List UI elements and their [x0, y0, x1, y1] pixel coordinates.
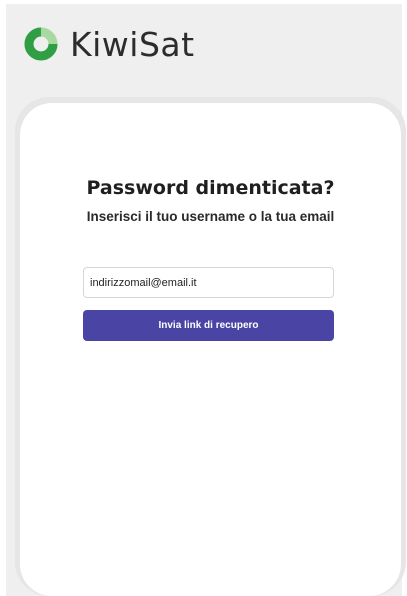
- password-recovery-card: Password dimenticata? Inserisci il tuo u…: [20, 103, 401, 596]
- send-recovery-link-button[interactable]: Invia link di recupero: [83, 310, 334, 341]
- email-field[interactable]: [83, 267, 334, 298]
- brand-header: KiwiSat: [24, 24, 195, 64]
- page-subtitle: Inserisci il tuo username o la tua email: [86, 209, 335, 224]
- page-title: Password dimenticata?: [86, 177, 335, 199]
- kiwisat-logo-icon: [24, 27, 58, 61]
- brand-name: KiwiSat: [70, 24, 195, 64]
